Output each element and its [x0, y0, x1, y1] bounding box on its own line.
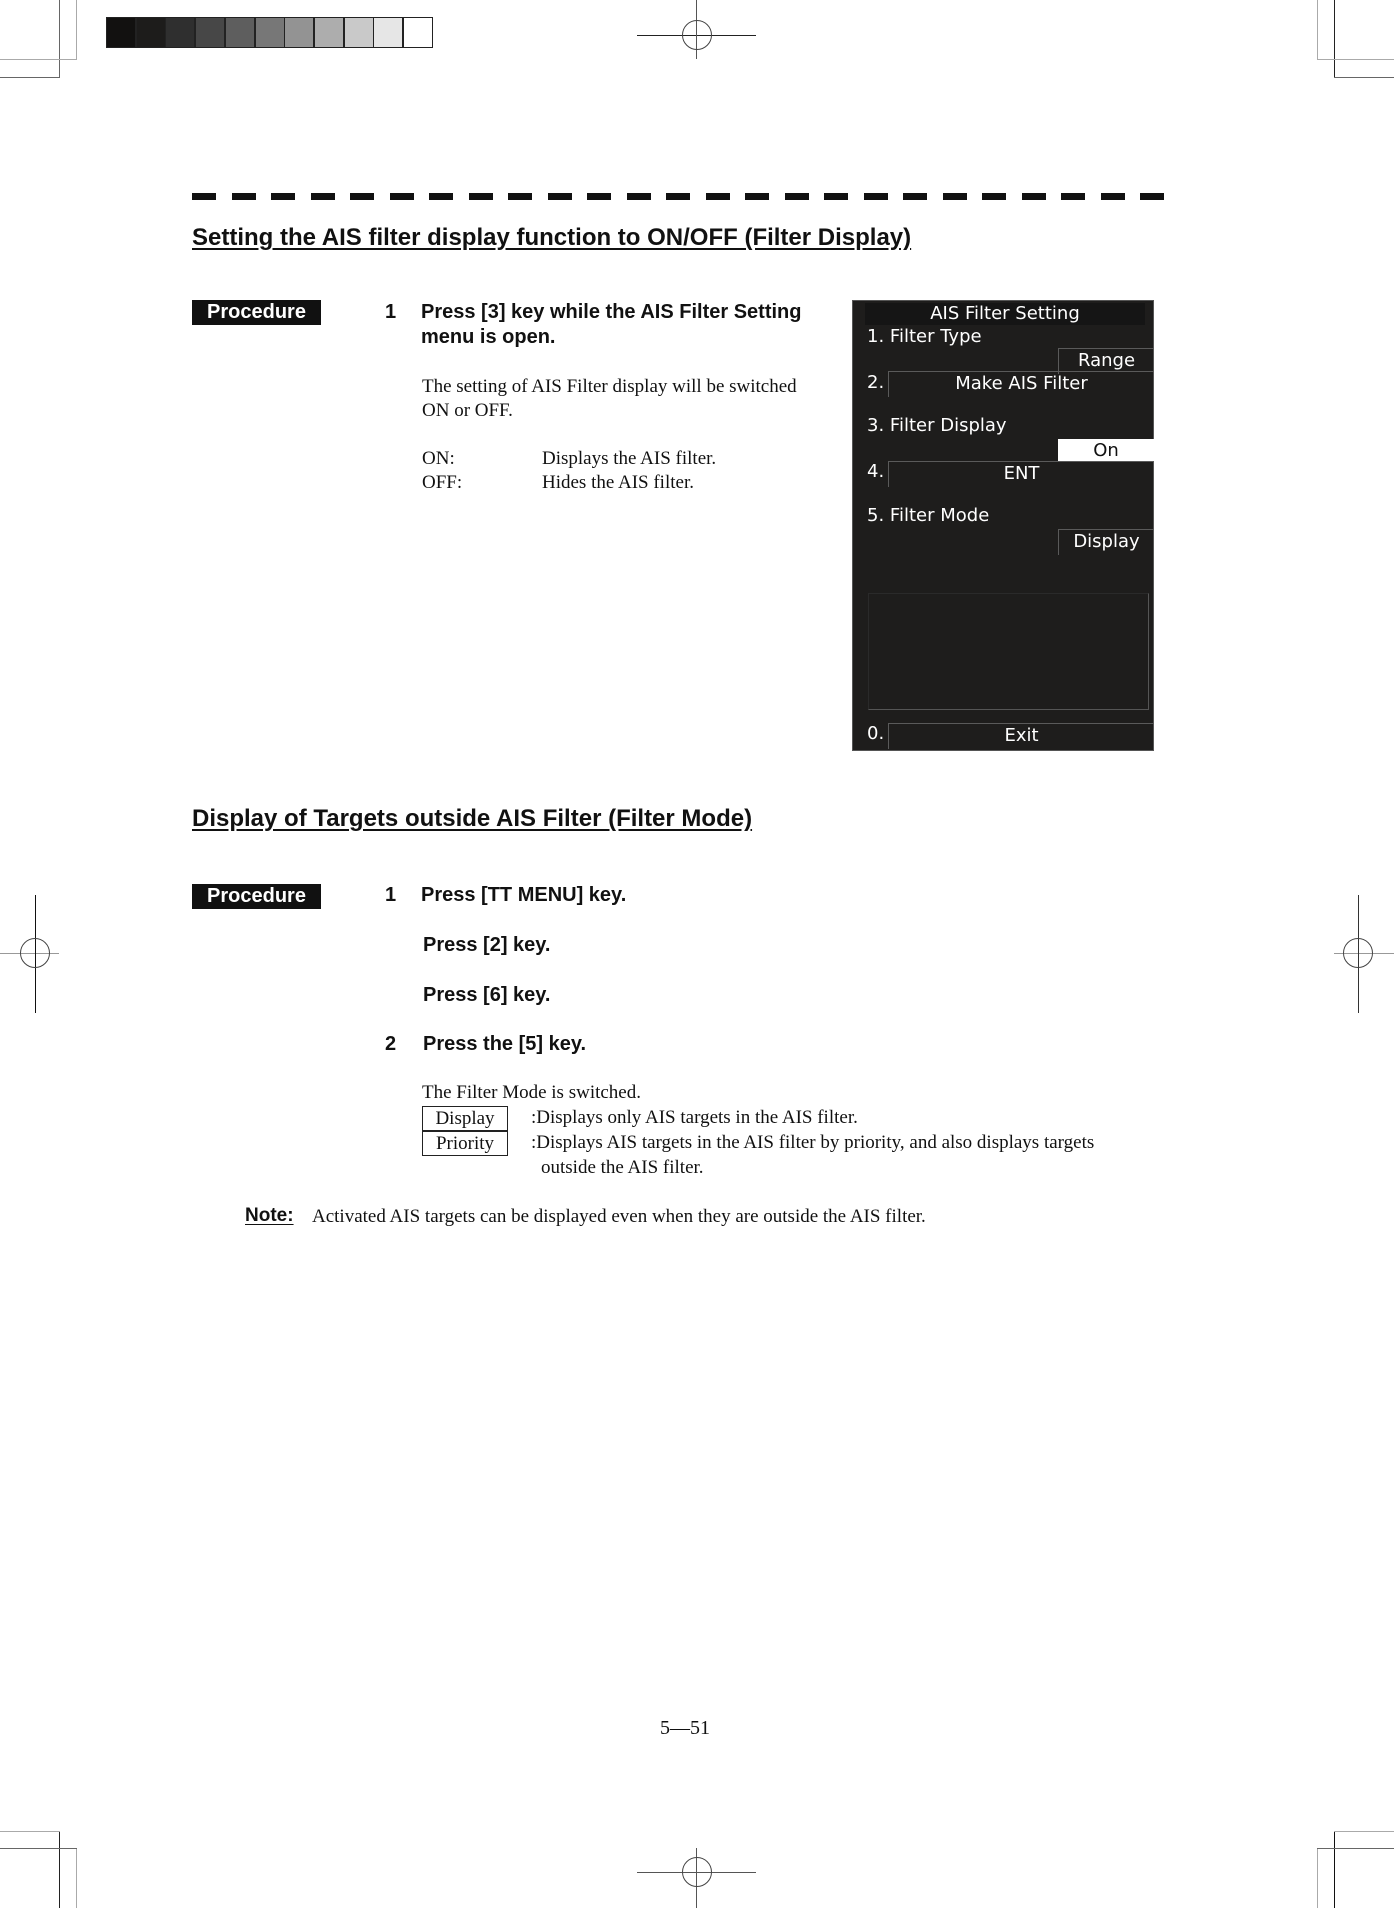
step-instruction: Press [TT MENU] key.	[421, 884, 627, 906]
option-term-off: OFF:	[422, 472, 463, 493]
step-instruction: Press [6] key.	[423, 984, 551, 1006]
note-label: Note:	[245, 1205, 294, 1226]
gray-swatch	[165, 17, 196, 48]
description-line: ON or OFF.	[422, 400, 513, 421]
section-title-filter-mode: Display of Targets outside AIS Filter (F…	[192, 805, 753, 832]
mode-desc-priority: :Displays AIS targets in the AIS filter …	[531, 1132, 1095, 1153]
gray-swatch	[284, 17, 315, 48]
option-desc-on: Displays the AIS filter.	[542, 448, 717, 469]
gray-swatch	[224, 17, 255, 48]
ais-filter-setting-menu: AIS Filter Setting 1. Filter Type Range …	[852, 300, 1154, 751]
dash-segment	[943, 193, 967, 200]
menu-item-label: Filter Display	[889, 415, 1007, 436]
menu-item-label: Filter Mode	[889, 505, 990, 526]
dash-segment	[587, 193, 611, 200]
gray-swatch	[343, 17, 374, 48]
gray-swatch	[195, 17, 226, 48]
gray-swatch	[106, 17, 136, 48]
section-title-filter-display: Setting the AIS filter display function …	[192, 224, 912, 251]
menu-message-area	[868, 593, 1149, 710]
menu-item-filter-mode[interactable]: 5. Filter Mode	[867, 505, 989, 526]
menu-item-number: 3.	[867, 415, 885, 436]
step-instruction-line: Press [3] key while the AIS Filter Setti…	[421, 301, 802, 323]
gray-swatch	[373, 17, 404, 48]
mode-key-priority: Priority	[422, 1131, 508, 1156]
dash-segment	[627, 193, 651, 200]
exit-button[interactable]: Exit	[888, 723, 1154, 749]
dash-segment	[192, 193, 216, 200]
gray-swatch	[254, 17, 285, 48]
filter-mode-description: The Filter Mode is switched.	[422, 1082, 641, 1103]
menu-item-number: 1.	[867, 326, 885, 347]
step-instruction: Press [3] key while the AIS Filter Setti…	[421, 300, 801, 350]
menu-item-filter-display[interactable]: 3. Filter Display	[867, 415, 1007, 436]
dash-segment	[1022, 193, 1046, 200]
step-description: The setting of AIS Filter display will b…	[422, 375, 797, 423]
menu-item-label: Filter Type	[889, 326, 982, 347]
gray-swatch	[135, 17, 166, 48]
dash-segment	[508, 193, 532, 200]
dash-segment	[350, 193, 374, 200]
menu-item-filter-type[interactable]: 1. Filter Type	[867, 326, 982, 347]
dash-segment	[1101, 193, 1125, 200]
menu-title: AIS Filter Setting	[865, 303, 1145, 325]
procedure-badge: Procedure	[192, 300, 321, 325]
filter-display-value[interactable]: On	[1058, 439, 1154, 461]
mode-desc-priority-cont: outside the AIS filter.	[541, 1157, 704, 1178]
dash-segment	[1140, 193, 1164, 200]
dash-segment	[271, 193, 295, 200]
dash-segment	[903, 193, 927, 200]
dash-segment	[706, 193, 730, 200]
filter-mode-value[interactable]: Display	[1058, 529, 1154, 555]
dash-segment	[824, 193, 848, 200]
make-ais-filter-button[interactable]: Make AIS Filter	[888, 371, 1154, 397]
step-number: 1	[385, 884, 397, 906]
menu-item-number: 4.	[867, 461, 885, 482]
dash-segment	[469, 193, 493, 200]
step-instruction-line: menu is open.	[421, 326, 556, 348]
menu-item-number: 5.	[867, 505, 885, 526]
gray-swatch	[403, 17, 433, 48]
menu-item-number: 2.	[867, 372, 885, 393]
dash-segment	[745, 193, 769, 200]
dash-segment	[548, 193, 572, 200]
page-number: 5—51	[660, 1717, 710, 1739]
dash-segment	[390, 193, 414, 200]
dash-segment	[666, 193, 690, 200]
note-text: Activated AIS targets can be displayed e…	[312, 1206, 926, 1227]
description-line: The setting of AIS Filter display will b…	[422, 376, 797, 397]
dash-segment	[982, 193, 1006, 200]
dash-segment	[232, 193, 256, 200]
dash-segment	[785, 193, 809, 200]
step-instruction: Press [2] key.	[423, 934, 551, 956]
option-desc-off: Hides the AIS filter.	[542, 472, 694, 493]
mode-desc-display: :Displays only AIS targets in the AIS fi…	[531, 1107, 858, 1128]
procedure-badge: Procedure	[192, 884, 321, 909]
menu-item-number: 0.	[867, 723, 885, 744]
option-term-on: ON:	[422, 448, 455, 469]
step-number: 1	[385, 301, 397, 323]
ent-button[interactable]: ENT	[888, 461, 1154, 487]
step-instruction: Press the [5] key.	[423, 1033, 587, 1055]
dash-segment	[1061, 193, 1085, 200]
mode-key-display: Display	[422, 1106, 508, 1131]
dash-segment	[864, 193, 888, 200]
gray-swatch	[313, 17, 344, 48]
dash-segment	[429, 193, 453, 200]
step-number: 2	[385, 1033, 397, 1055]
dash-segment	[311, 193, 335, 200]
